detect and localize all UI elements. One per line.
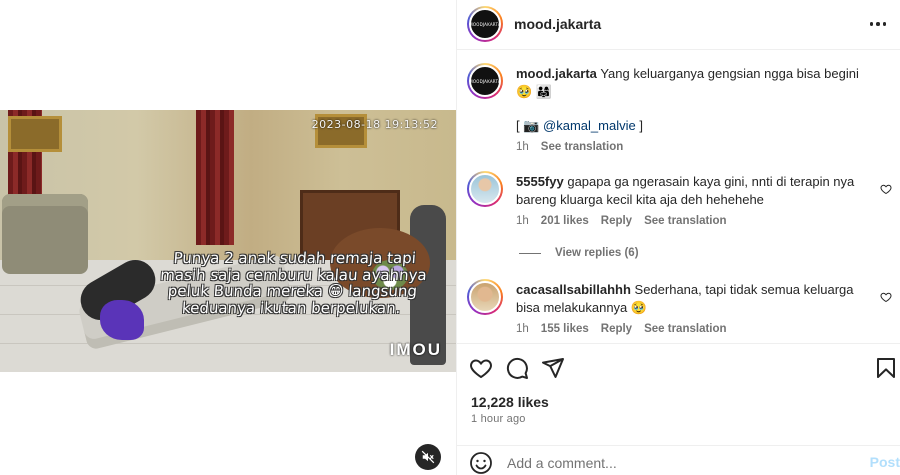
caption-meta: 1h See translation [516, 141, 623, 153]
view-replies-button[interactable]: View replies (6) [519, 247, 639, 259]
comments-section[interactable]: MOODJAKARTA mood.jakarta Yang keluargany… [457, 51, 900, 343]
replies-line [519, 252, 541, 254]
post-actions: 12,228 likes 1 hour ago [457, 343, 900, 433]
caption-username[interactable]: mood.jakarta [516, 66, 597, 81]
caption-credit: [ 📷 @kamal_malvie ] [516, 117, 876, 135]
more-options-button[interactable] [866, 12, 890, 36]
commenter-avatar[interactable] [467, 171, 503, 207]
mute-button[interactable] [415, 444, 441, 470]
caption-avatar[interactable]: MOODJAKARTA [467, 63, 503, 99]
comment-likes-count[interactable]: 201 likes [541, 215, 589, 227]
comment-text-block: cacasallsabillahhh Sederhana, tapi tidak… [516, 281, 876, 317]
comment-meta: 1h 155 likes Reply See translation [516, 323, 727, 335]
scene-painting-left [8, 116, 62, 152]
comment-icon[interactable] [505, 356, 529, 380]
caption-time: 1h [516, 141, 529, 153]
comment-username[interactable]: 5555fyy [516, 174, 564, 189]
credit-prefix: [ 📷 [516, 118, 540, 133]
comment-reply-button[interactable]: Reply [601, 215, 632, 227]
avatar-logo-text: MOODJAKARTA [469, 21, 501, 27]
scene-curtain-right [196, 110, 234, 245]
camera-timestamp: 2023-08-18 19:13:52 [311, 118, 438, 131]
post-time-ago: 1 hour ago [471, 413, 526, 425]
volume-muted-icon [421, 450, 435, 464]
comment-like-icon[interactable] [880, 291, 892, 303]
post-media: 2023-08-18 19:13:52 Punya 2 anak sudah r… [0, 0, 456, 475]
credit-mention-link[interactable]: @kamal_malvie [543, 118, 636, 133]
view-replies-label: View replies (6) [555, 247, 639, 259]
comment-input[interactable] [507, 453, 847, 473]
commenter-avatar[interactable] [467, 279, 503, 315]
comment-time: 1h [516, 215, 529, 227]
comment-reply-button[interactable]: Reply [601, 323, 632, 335]
caption-see-translation[interactable]: See translation [541, 141, 623, 153]
post-details-panel: MOODJAKARTA mood.jakarta MOODJAKARTA moo… [457, 0, 900, 475]
bookmark-icon[interactable] [874, 356, 898, 380]
camera-logo: IMOU [389, 340, 442, 359]
comment-text: gapapa ga ngerasain kaya gini, nnti di t… [516, 174, 855, 207]
more-horizontal-icon [869, 22, 887, 26]
scene-sofa [2, 194, 88, 274]
comment-time: 1h [516, 323, 529, 335]
author-avatar[interactable]: MOODJAKARTA [467, 6, 503, 42]
credit-suffix: ] [639, 118, 643, 133]
avatar-logo-text: MOODJAKARTA [469, 78, 501, 84]
post-header: MOODJAKARTA mood.jakarta [457, 0, 900, 50]
comment-see-translation[interactable]: See translation [644, 323, 726, 335]
author-username[interactable]: mood.jakarta [514, 16, 601, 32]
comment-text-block: 5555fyy gapapa ga ngerasain kaya gini, n… [516, 173, 876, 209]
comment-username[interactable]: cacasallsabillahhh [516, 282, 631, 297]
comment-meta: 1h 201 likes Reply See translation [516, 215, 727, 227]
likes-count[interactable]: 12,228 likes [471, 394, 549, 410]
heart-icon[interactable] [469, 356, 493, 380]
video-player[interactable]: 2023-08-18 19:13:52 Punya 2 anak sudah r… [0, 110, 456, 372]
comment-see-translation[interactable]: See translation [644, 215, 726, 227]
comment-like-icon[interactable] [880, 183, 892, 195]
add-comment-bar: Post [457, 445, 900, 475]
video-caption: Punya 2 anak sudah remaja tapi masih saj… [159, 249, 428, 317]
emoji-icon[interactable] [469, 451, 493, 475]
scene-purple-cloth [100, 300, 144, 340]
caption-text-block: mood.jakarta Yang keluarganya gengsian n… [516, 65, 876, 101]
comment-likes-count[interactable]: 155 likes [541, 323, 589, 335]
post-comment-button[interactable]: Post [870, 454, 900, 470]
send-icon[interactable] [541, 356, 565, 380]
